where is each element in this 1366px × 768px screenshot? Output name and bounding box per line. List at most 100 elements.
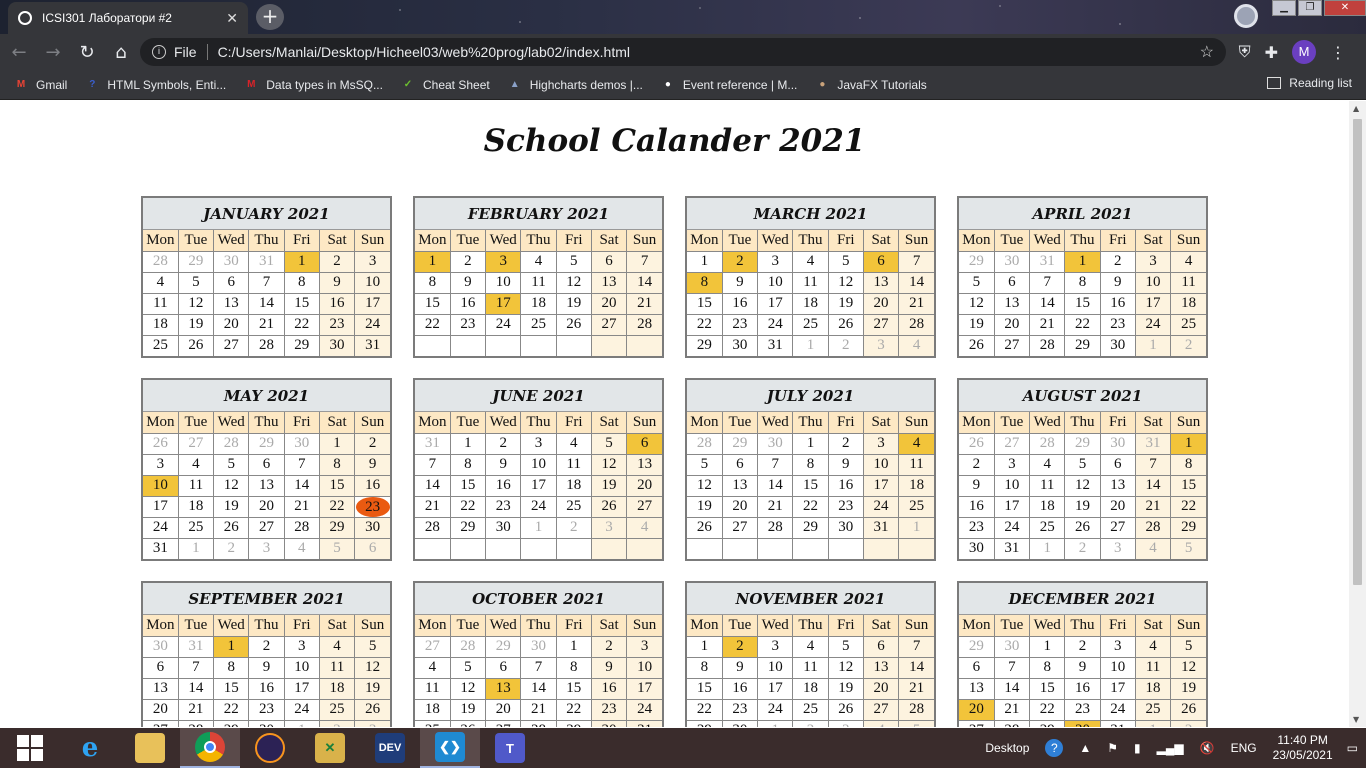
day-cell[interactable]: 31 bbox=[757, 334, 794, 356]
day-cell[interactable] bbox=[485, 537, 522, 559]
day-cell[interactable]: 22 bbox=[687, 698, 723, 721]
day-cell[interactable]: 24 bbox=[993, 516, 1031, 539]
day-cell[interactable]: 31 bbox=[1029, 250, 1066, 273]
day-cell[interactable]: 1 bbox=[415, 250, 451, 273]
day-cell[interactable]: 8 bbox=[213, 656, 250, 679]
day-cell[interactable]: 28 bbox=[898, 698, 934, 721]
day-cell[interactable]: 30 bbox=[1099, 334, 1136, 356]
day-cell[interactable]: 7 bbox=[177, 656, 215, 679]
day-cell[interactable]: 6 bbox=[721, 453, 759, 476]
vscode-icon[interactable]: ❮❯ bbox=[420, 728, 480, 768]
day-cell[interactable]: 31 bbox=[354, 334, 390, 356]
day-cell[interactable]: 14 bbox=[177, 677, 215, 700]
day-cell[interactable]: 6 bbox=[590, 250, 628, 273]
day-cell[interactable]: 15 bbox=[415, 292, 451, 315]
profile-avatar[interactable]: M bbox=[1292, 40, 1316, 64]
day-cell[interactable]: 2 bbox=[827, 432, 864, 455]
day-cell[interactable]: 28 bbox=[177, 719, 215, 727]
day-cell[interactable]: 24 bbox=[862, 495, 900, 518]
day-cell[interactable]: 15 bbox=[687, 292, 723, 315]
day-cell[interactable]: 4 bbox=[862, 719, 900, 727]
bookmark-item[interactable]: ✓ Cheat Sheet bbox=[401, 78, 490, 92]
day-cell[interactable]: 27 bbox=[1099, 516, 1136, 539]
day-cell[interactable]: 1 bbox=[792, 432, 829, 455]
day-cell[interactable]: 5 bbox=[449, 656, 487, 679]
day-cell[interactable]: 29 bbox=[555, 719, 592, 727]
day-cell[interactable]: 27 bbox=[626, 495, 662, 518]
close-tab-icon[interactable]: ✕ bbox=[226, 10, 238, 27]
day-cell[interactable]: 16 bbox=[827, 474, 864, 497]
day-cell[interactable]: 30 bbox=[993, 635, 1031, 658]
day-cell[interactable]: 30 bbox=[757, 432, 794, 455]
day-cell[interactable]: 23 bbox=[248, 698, 285, 721]
day-cell[interactable]: 29 bbox=[792, 516, 829, 539]
day-cell[interactable]: 29 bbox=[449, 516, 487, 539]
day-cell[interactable]: 12 bbox=[449, 677, 487, 700]
day-cell[interactable]: 26 bbox=[1170, 698, 1206, 721]
day-cell[interactable]: 16 bbox=[318, 292, 356, 315]
day-cell[interactable]: 22 bbox=[318, 495, 356, 518]
day-cell[interactable]: 10 bbox=[626, 656, 662, 679]
day-cell[interactable]: 24 bbox=[626, 698, 662, 721]
home-icon[interactable]: ⌂ bbox=[106, 42, 136, 63]
day-cell[interactable]: 29 bbox=[1170, 516, 1206, 539]
day-cell[interactable] bbox=[449, 334, 487, 356]
reading-list-button[interactable]: Reading list bbox=[1267, 76, 1352, 90]
day-cell[interactable]: 8 bbox=[1170, 453, 1206, 476]
day-cell[interactable]: 1 bbox=[318, 432, 356, 455]
day-cell[interactable]: 11 bbox=[792, 271, 829, 294]
day-cell[interactable]: 23 bbox=[485, 495, 522, 518]
day-cell[interactable]: 8 bbox=[792, 453, 829, 476]
day-cell[interactable]: 11 bbox=[555, 453, 592, 476]
day-cell[interactable]: 24 bbox=[1134, 313, 1172, 336]
teams-icon[interactable]: T bbox=[480, 728, 540, 768]
day-cell[interactable]: 11 bbox=[1170, 271, 1206, 294]
day-cell[interactable]: 10 bbox=[862, 453, 900, 476]
day-cell[interactable]: 5 bbox=[213, 453, 250, 476]
day-cell[interactable]: 14 bbox=[520, 677, 557, 700]
day-cell[interactable]: 4 bbox=[898, 334, 934, 356]
day-cell[interactable]: 12 bbox=[590, 453, 628, 476]
day-cell[interactable]: 30 bbox=[959, 537, 995, 559]
day-cell[interactable]: 1 bbox=[213, 635, 250, 658]
day-cell[interactable]: 22 bbox=[792, 495, 829, 518]
day-cell[interactable]: 4 bbox=[555, 432, 592, 455]
day-cell[interactable]: 8 bbox=[449, 453, 487, 476]
day-cell[interactable]: 30 bbox=[248, 719, 285, 727]
day-cell[interactable]: 23 bbox=[827, 495, 864, 518]
day-cell[interactable]: 18 bbox=[1029, 495, 1066, 518]
day-cell[interactable]: 28 bbox=[1134, 516, 1172, 539]
day-cell[interactable]: 17 bbox=[354, 292, 390, 315]
day-cell[interactable]: 12 bbox=[687, 474, 723, 497]
day-cell[interactable]: 19 bbox=[1170, 677, 1206, 700]
day-cell[interactable]: 16 bbox=[354, 474, 390, 497]
day-cell[interactable]: 11 bbox=[143, 292, 179, 315]
day-cell[interactable]: 25 bbox=[1134, 698, 1172, 721]
day-cell[interactable]: 7 bbox=[415, 453, 451, 476]
day-cell[interactable] bbox=[520, 537, 557, 559]
day-cell[interactable]: 18 bbox=[415, 698, 451, 721]
day-cell[interactable]: 8 bbox=[555, 656, 592, 679]
day-cell[interactable]: 4 bbox=[792, 635, 829, 658]
day-cell[interactable]: 20 bbox=[143, 698, 179, 721]
day-cell[interactable] bbox=[415, 537, 451, 559]
day-cell[interactable]: 22 bbox=[449, 495, 487, 518]
bookmark-item[interactable]: M Data types in MsSQ... bbox=[244, 78, 383, 92]
day-cell[interactable]: 3 bbox=[757, 635, 794, 658]
day-cell[interactable]: 14 bbox=[415, 474, 451, 497]
day-cell[interactable]: 7 bbox=[898, 250, 934, 273]
day-cell[interactable]: 1 bbox=[449, 432, 487, 455]
day-cell[interactable]: 9 bbox=[449, 271, 487, 294]
day-cell[interactable]: 17 bbox=[862, 474, 900, 497]
day-cell[interactable]: 10 bbox=[1134, 271, 1172, 294]
day-cell[interactable]: 13 bbox=[959, 677, 995, 700]
day-cell[interactable]: 6 bbox=[143, 656, 179, 679]
day-cell[interactable]: 30 bbox=[827, 516, 864, 539]
day-cell[interactable]: 15 bbox=[449, 474, 487, 497]
day-cell[interactable]: 3 bbox=[1099, 537, 1136, 559]
day-cell[interactable]: 14 bbox=[1134, 474, 1172, 497]
day-cell[interactable]: 27 bbox=[862, 313, 900, 336]
day-cell[interactable]: 18 bbox=[555, 474, 592, 497]
day-cell[interactable]: 11 bbox=[792, 656, 829, 679]
day-cell[interactable]: 7 bbox=[1134, 453, 1172, 476]
